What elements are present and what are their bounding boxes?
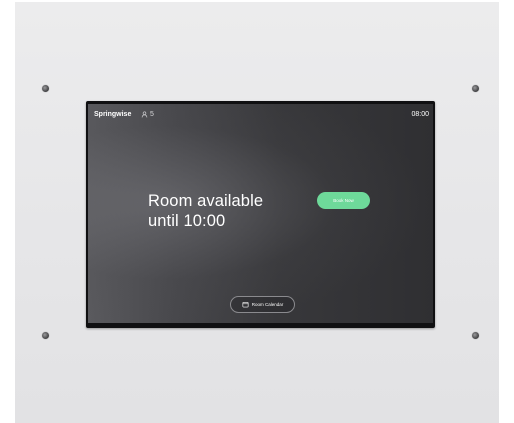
room-booking-screen: Springwise 5 08:00 Room available until … xyxy=(88,104,433,323)
book-now-button[interactable]: Book Now xyxy=(317,192,370,209)
room-calendar-button[interactable]: Room Calendar xyxy=(230,296,295,313)
person-icon xyxy=(141,111,148,118)
room-name: Springwise xyxy=(94,111,132,118)
clock: 08:00 xyxy=(411,111,429,118)
mount-screw xyxy=(472,332,479,339)
availability-line-1: Room available xyxy=(148,192,264,210)
calendar-icon xyxy=(242,301,249,308)
room-calendar-label: Room Calendar xyxy=(251,302,284,307)
room-capacity: 5 xyxy=(141,111,154,118)
people-count: 5 xyxy=(150,111,154,118)
mount-screw xyxy=(42,332,49,339)
availability-status: Room available until 10:00 xyxy=(148,191,263,231)
availability-line-2: until 10:00 xyxy=(148,212,226,230)
mount-screw xyxy=(472,85,479,92)
mount-screw xyxy=(42,85,49,92)
